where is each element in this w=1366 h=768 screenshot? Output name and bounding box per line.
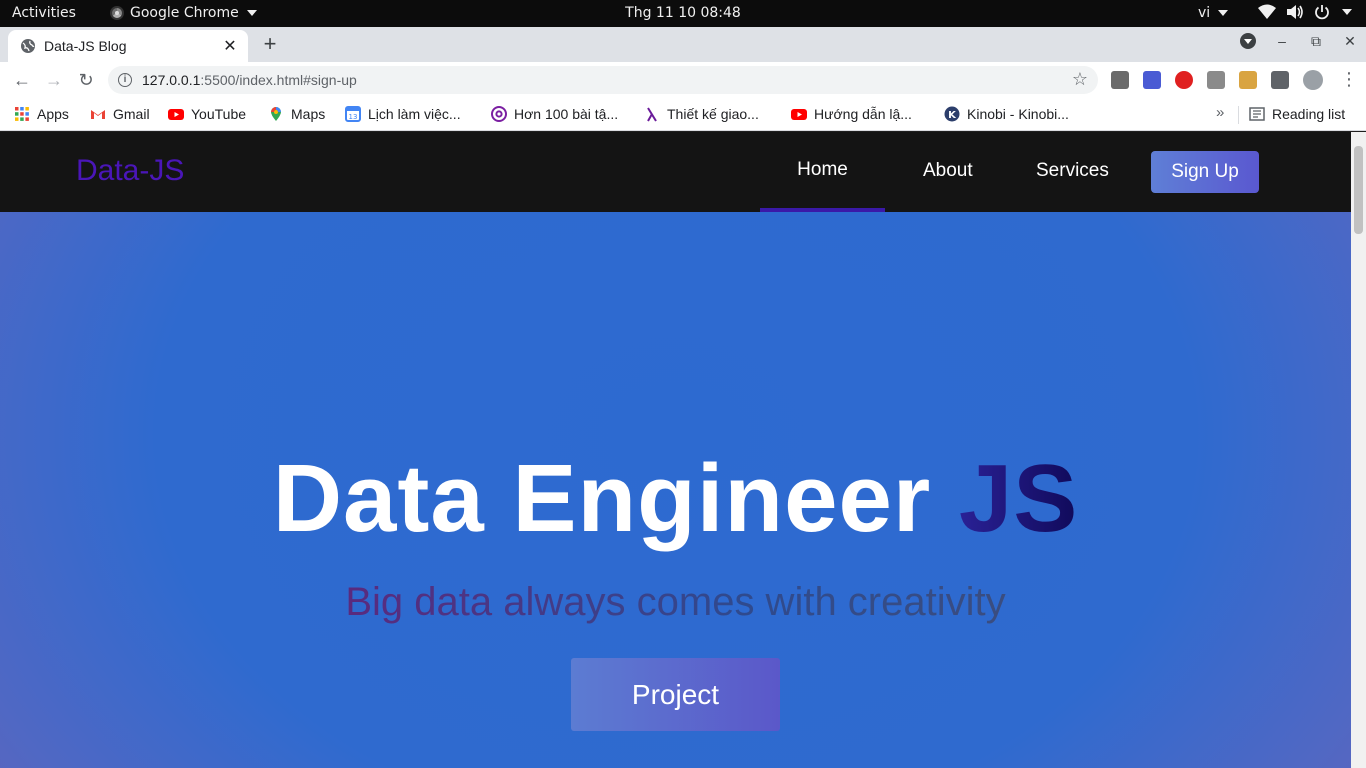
- page-viewport: Data-JS Home About Services Sign Up Data…: [0, 132, 1351, 768]
- extension-icon[interactable]: [1207, 71, 1225, 89]
- svg-text:13: 13: [349, 113, 358, 121]
- adblock-icon[interactable]: [1175, 71, 1193, 89]
- bookmark-label: Apps: [37, 106, 69, 122]
- nav-about-link[interactable]: About: [923, 160, 973, 182]
- youtube-icon: [168, 109, 184, 120]
- hero-title-accent: JS: [958, 445, 1079, 552]
- bookmark-label: YouTube: [191, 106, 247, 122]
- tab-strip: Data-JS Blog ✕ + – ⧉ ✕: [0, 27, 1366, 62]
- site-navbar: Data-JS Home About Services Sign Up: [0, 132, 1351, 212]
- gmail-icon: [91, 110, 105, 119]
- scrollbar-thumb[interactable]: [1354, 146, 1363, 234]
- hero-title: Data Engineer JS: [0, 444, 1351, 554]
- extension-icon[interactable]: [1111, 71, 1129, 89]
- page-scrollbar[interactable]: [1351, 132, 1366, 768]
- bookmark-calendar[interactable]: 13 Lịch làm việc...: [345, 104, 461, 124]
- globe-icon: [21, 39, 35, 53]
- chevron-down-icon: [246, 10, 257, 16]
- url-path: :5500/index.html#sign-up: [200, 72, 357, 88]
- system-status-menu[interactable]: [1258, 4, 1352, 20]
- apps-grid-icon: [15, 107, 29, 121]
- profile-avatar[interactable]: [1303, 70, 1323, 90]
- lambda-icon: [647, 107, 657, 122]
- close-tab-icon[interactable]: ✕: [222, 36, 238, 56]
- extension-icon[interactable]: [1239, 71, 1257, 89]
- svg-text:K: K: [948, 110, 957, 121]
- calendar-icon: 13: [345, 106, 361, 122]
- translate-extension-icon[interactable]: [1143, 71, 1161, 89]
- bookmark-label: Maps: [291, 106, 326, 122]
- site-logo[interactable]: Data-JS: [76, 154, 184, 188]
- browser-tab[interactable]: Data-JS Blog ✕: [8, 30, 248, 62]
- bookmark-label: Thiết kế giao...: [667, 106, 759, 122]
- nav-services-link[interactable]: Services: [1036, 160, 1109, 182]
- tab-search-icon[interactable]: [1240, 33, 1256, 49]
- clock[interactable]: Thg 11 10 08:48: [625, 5, 741, 21]
- project-button[interactable]: Project: [571, 658, 780, 731]
- bookmark-design[interactable]: Thiết kế giao...: [644, 104, 759, 124]
- reading-list-button[interactable]: Reading list: [1249, 104, 1345, 124]
- app-menu-label: Google Chrome: [130, 5, 239, 21]
- hero-subtitle-text: Big data always comes with creativity: [345, 580, 1006, 624]
- bookmark-kinobi[interactable]: K Kinobi - Kinobi...: [944, 104, 1069, 124]
- language-label: vi: [1198, 5, 1211, 21]
- url-host: 127.0.0.1: [142, 72, 201, 88]
- site-info-icon[interactable]: i: [118, 73, 132, 87]
- sign-up-button[interactable]: Sign Up: [1151, 151, 1259, 193]
- forward-icon[interactable]: →: [44, 70, 64, 90]
- volume-icon: [1287, 5, 1303, 19]
- hero-section: Data Engineer JS Big data always comes w…: [0, 212, 1351, 768]
- at-sign-icon: [491, 106, 507, 122]
- input-language-menu[interactable]: vi: [1198, 5, 1229, 21]
- activities-button[interactable]: Activities: [12, 5, 76, 21]
- wifi-icon: [1258, 4, 1276, 19]
- bookmark-gmail[interactable]: Gmail: [90, 104, 150, 124]
- bookmark-label: Lịch làm việc...: [368, 106, 461, 122]
- system-top-bar: Activities Google Chrome Thg 11 10 08:48…: [0, 0, 1366, 27]
- power-icon: [1315, 5, 1329, 20]
- menu-kebab-icon[interactable]: ⋮: [1340, 70, 1358, 88]
- maps-icon: [271, 107, 281, 121]
- bookmark-maps[interactable]: Maps: [268, 104, 325, 124]
- address-bar[interactable]: i 127.0.0.1:5500/index.html#sign-up ☆: [108, 66, 1098, 94]
- back-icon[interactable]: ←: [12, 70, 32, 90]
- hero-subtitle: Big data always comes with creativity: [0, 580, 1351, 625]
- chevron-down-icon: [1342, 9, 1352, 15]
- reload-icon[interactable]: ↻: [76, 70, 96, 90]
- bookmark-exercises[interactable]: Hơn 100 bài tậ...: [491, 104, 618, 124]
- app-menu[interactable]: Google Chrome: [110, 5, 257, 21]
- hero-title-main: Data Engineer: [272, 445, 932, 552]
- new-tab-button[interactable]: +: [258, 33, 282, 55]
- bookmarks-divider: [1238, 106, 1239, 124]
- bookmark-star-icon[interactable]: ☆: [1072, 69, 1088, 90]
- close-window-icon[interactable]: ✕: [1342, 33, 1358, 49]
- youtube-icon: [791, 109, 807, 120]
- reading-list-icon: [1249, 107, 1265, 121]
- tab-title: Data-JS Blog: [44, 38, 127, 54]
- bookmarks-bar: Apps Gmail YouTube Maps 13 Lịch làm việc…: [0, 98, 1366, 131]
- bookmark-youtube[interactable]: YouTube: [168, 104, 246, 124]
- chrome-icon: [110, 6, 124, 20]
- kinobi-icon: K: [944, 106, 960, 122]
- bookmark-tutorial[interactable]: Hướng dẫn lậ...: [791, 104, 912, 124]
- chevron-down-icon: [1218, 10, 1229, 16]
- restore-icon[interactable]: ⧉: [1308, 33, 1324, 49]
- bookmark-label: Hơn 100 bài tậ...: [514, 106, 619, 122]
- nav-home-link[interactable]: Home: [760, 159, 885, 181]
- bookmark-apps[interactable]: Apps: [14, 104, 69, 124]
- reading-list-label: Reading list: [1272, 106, 1346, 122]
- bookmark-label: Hướng dẫn lậ...: [814, 106, 912, 122]
- browser-toolbar: ← → ↻ i 127.0.0.1:5500/index.html#sign-u…: [0, 62, 1366, 98]
- more-bookmarks-icon[interactable]: »: [1216, 104, 1224, 121]
- bookmark-label: Gmail: [113, 106, 150, 122]
- puzzle-icon[interactable]: [1271, 71, 1289, 89]
- bookmark-label: Kinobi - Kinobi...: [967, 106, 1069, 122]
- minimize-icon[interactable]: –: [1274, 33, 1290, 49]
